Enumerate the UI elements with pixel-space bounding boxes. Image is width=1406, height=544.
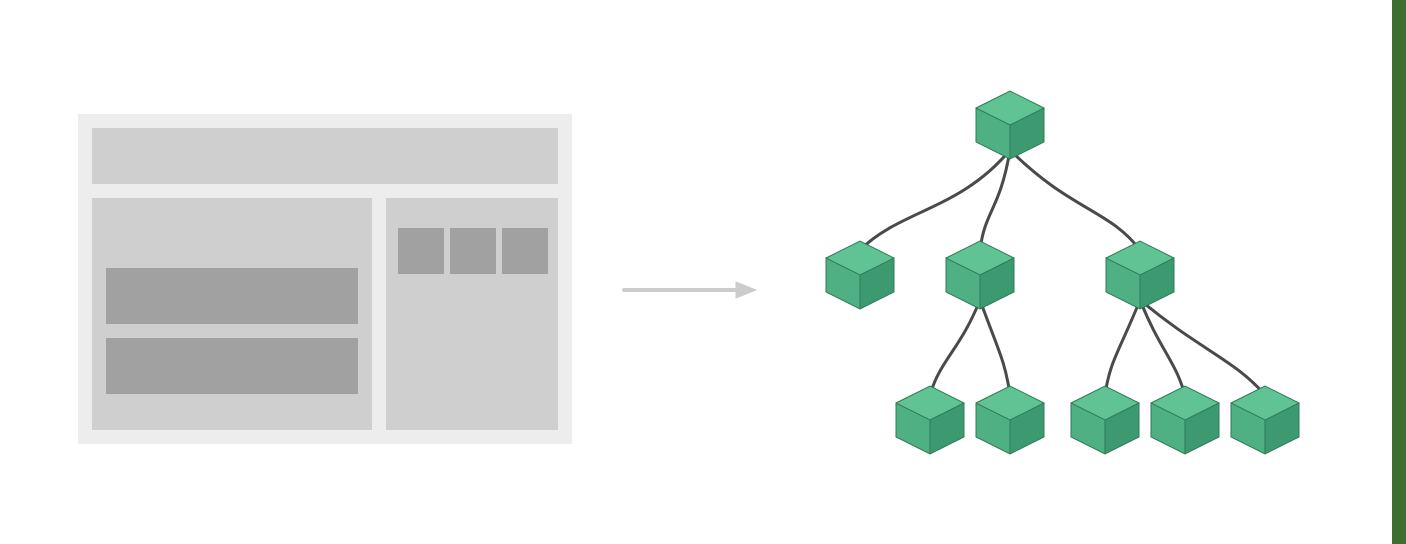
tree-node [1071,386,1139,454]
wireframe-thumb [398,228,444,274]
tree-node [946,241,1014,309]
tree-node [896,386,964,454]
right-arrow-icon [624,282,756,298]
wireframe-header [92,128,558,184]
wireframe-layout [78,114,572,444]
tree-node [976,386,1044,454]
wireframe-thumb [450,228,496,274]
wireframe-main-bar [106,338,358,394]
diagram-canvas [0,0,1392,544]
tree-nodes [826,91,1299,454]
tree-node [826,241,894,309]
tree-node-root [976,91,1044,159]
slide-accent-bar [1392,0,1406,544]
tree-edges [860,150,1265,395]
tree-node [1106,241,1174,309]
tree-node [1231,386,1299,454]
tree-node [1151,386,1219,454]
wireframe-thumb [502,228,548,274]
wireframe-main-bar [106,268,358,324]
